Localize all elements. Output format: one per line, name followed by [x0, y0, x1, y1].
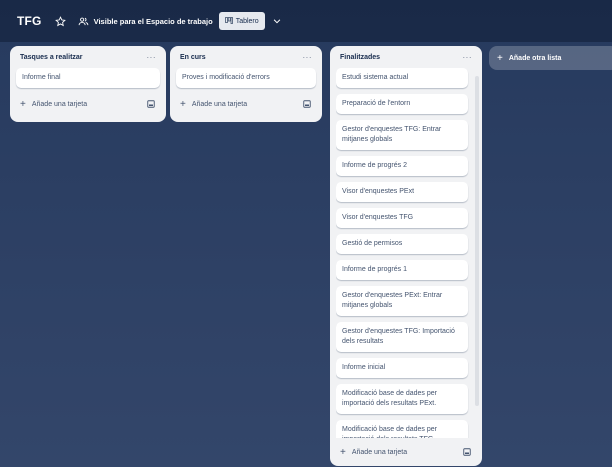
list-menu-button[interactable]: ··· — [147, 53, 157, 62]
card[interactable]: Informe de progrés 1 — [336, 260, 468, 280]
board-view-button[interactable]: Tablero — [218, 12, 265, 30]
card[interactable]: Preparació de l'entorn — [336, 94, 468, 114]
visibility-button[interactable]: Visible para el Espacio de trabajo — [78, 15, 213, 27]
card-template-icon[interactable] — [147, 100, 156, 109]
plus-icon: + — [497, 52, 503, 64]
visibility-label: Visible para el Espacio de trabajo — [93, 16, 213, 26]
card[interactable]: Visor d'enquestes PExt — [336, 182, 468, 202]
people-icon — [78, 15, 90, 27]
card[interactable]: Gestor d'enquestes PExt: Entrar mitjanes… — [336, 286, 468, 316]
list-title[interactable]: En curs — [180, 54, 206, 61]
add-card-button[interactable]: + Añade una tarjeta — [16, 94, 160, 114]
add-card-label: Añade una tarjeta — [351, 448, 408, 456]
card-template-icon[interactable] — [303, 100, 312, 109]
list-header: Finalitzades ··· — [336, 46, 476, 68]
card[interactable]: Visor d'enquestes TFG — [336, 208, 468, 228]
board-icon — [224, 16, 233, 26]
star-icon[interactable] — [54, 14, 68, 28]
plus-icon: + — [180, 98, 186, 110]
board-header: TFG Visible para el Espacio de trabajo T… — [0, 0, 612, 42]
card[interactable]: Gestor d'enquestes TFG: Importació dels … — [336, 322, 468, 352]
add-list-button[interactable]: + Añade otra lista — [489, 46, 612, 70]
list-header: En curs ··· — [176, 46, 316, 68]
add-card-button[interactable]: + Añade una tarjeta — [176, 94, 316, 114]
card-list: Estudi sistema actual Preparació de l'en… — [336, 68, 476, 438]
add-card-label: Añade una tarjeta — [191, 100, 248, 108]
card[interactable]: Proves i modificació d'errors — [176, 68, 316, 88]
list-en-curs: En curs ··· Proves i modificació d'error… — [170, 46, 322, 122]
card[interactable]: Gestió de permisos — [336, 234, 468, 254]
card[interactable]: Modificació base de dades per importació… — [336, 384, 468, 414]
plus-icon: + — [340, 446, 346, 458]
add-list-label: Añade otra lista — [508, 54, 562, 62]
add-card-label: Añade una tarjeta — [31, 100, 88, 108]
list-tasques: Tasques a realitzar ··· Informe final + … — [10, 46, 166, 122]
list-title[interactable]: Tasques a realitzar — [20, 54, 83, 61]
list-menu-button[interactable]: ··· — [303, 53, 313, 62]
board-view-label: Tablero — [235, 17, 259, 25]
chevron-down-icon[interactable] — [269, 13, 285, 29]
list-scrollbar[interactable] — [475, 76, 479, 406]
plus-icon: + — [20, 98, 26, 110]
list-finalitzades: Finalitzades ··· Estudi sistema actual P… — [330, 46, 482, 466]
card[interactable]: Informe inicial — [336, 358, 468, 378]
board-title[interactable]: TFG — [17, 14, 42, 28]
card[interactable]: Estudi sistema actual — [336, 68, 468, 88]
card[interactable]: Gestor d'enquestes TFG: Entrar mitjanes … — [336, 120, 468, 150]
add-card-button[interactable]: + Añade una tarjeta — [336, 442, 476, 462]
card[interactable]: Informe final — [16, 68, 160, 88]
list-title[interactable]: Finalitzades — [340, 54, 380, 61]
card-template-icon[interactable] — [463, 448, 472, 457]
list-menu-button[interactable]: ··· — [463, 53, 473, 62]
card[interactable]: Modificació base de dades per importació… — [336, 420, 468, 438]
list-header: Tasques a realitzar ··· — [16, 46, 160, 68]
card[interactable]: Informe de progrés 2 — [336, 156, 468, 176]
